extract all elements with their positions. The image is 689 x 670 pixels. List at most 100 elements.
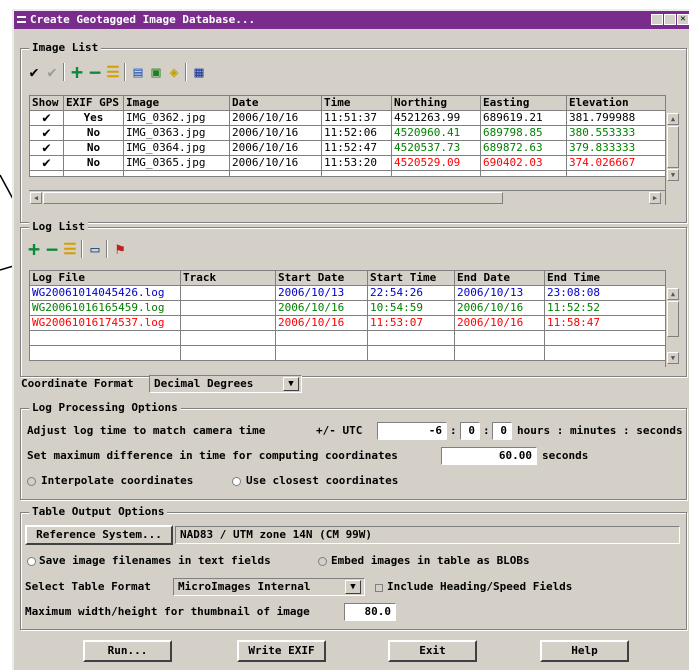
table-cell: No bbox=[63, 140, 124, 156]
coordinate-format-label: Coordinate Format bbox=[21, 377, 134, 390]
thumbnail-size-field[interactable]: 80.0 bbox=[344, 603, 396, 621]
scroll-down-icon[interactable]: ▼ bbox=[667, 352, 679, 364]
remove-icon[interactable]: − bbox=[86, 62, 104, 82]
table-cell: 381.799988 bbox=[566, 110, 666, 126]
toolbar-separator bbox=[185, 63, 187, 81]
max-difference-field[interactable]: 60.00 bbox=[441, 447, 537, 465]
table-cell bbox=[391, 170, 481, 177]
scroll-up-icon[interactable]: ▲ bbox=[667, 288, 679, 300]
log-processing-group: Log Processing Options Adjust log time t… bbox=[20, 401, 687, 500]
table-row[interactable]: WG20061016165459.log 2006/10/16 10:54:59 20… bbox=[29, 300, 666, 316]
column-header[interactable]: Start Time bbox=[367, 270, 455, 286]
colon-separator: : bbox=[450, 424, 457, 437]
column-header[interactable]: Time bbox=[321, 95, 392, 111]
table-row[interactable]: ✔ Yes IMG_0362.jpg 2006/10/16 11:51:37 452126… bbox=[29, 110, 666, 126]
system-menu-icon[interactable] bbox=[17, 16, 26, 23]
table-row[interactable] bbox=[29, 345, 666, 361]
table-row[interactable]: WG20061016174537.log 2006/10/16 11:53:07 20… bbox=[29, 315, 666, 331]
chevron-down-icon[interactable]: ▼ bbox=[345, 580, 361, 594]
chevron-down-icon[interactable]: ▼ bbox=[283, 377, 299, 391]
column-header[interactable]: Elevation bbox=[566, 95, 666, 111]
coordinate-format-select[interactable]: Decimal Degrees ▼ bbox=[149, 375, 302, 393]
column-header[interactable]: Easting bbox=[480, 95, 567, 111]
minimize-icon[interactable] bbox=[651, 14, 663, 25]
image-table[interactable]: Show EXIF GPS Image Date Time Northing Easting… bbox=[29, 95, 666, 177]
close-icon[interactable]: ✕ bbox=[677, 14, 689, 25]
column-header[interactable]: End Time bbox=[544, 270, 666, 286]
view-image-icon[interactable]: ▣ bbox=[147, 63, 165, 81]
save-filenames-radio[interactable] bbox=[27, 557, 36, 566]
exit-button[interactable]: Exit bbox=[388, 640, 477, 662]
closest-radio[interactable] bbox=[232, 477, 241, 486]
toolbar-separator bbox=[63, 63, 65, 81]
add-icon[interactable]: + bbox=[68, 62, 86, 82]
table-cell bbox=[29, 330, 181, 346]
show-checkmark-icon[interactable]: ✔ bbox=[29, 125, 64, 141]
log-table-vscrollbar[interactable]: ▲ ▼ bbox=[665, 270, 680, 367]
uncheck-all-icon[interactable]: ✔ bbox=[43, 63, 61, 81]
log-table[interactable]: Log File Track Start Date Start Time End Dat… bbox=[29, 270, 666, 361]
image-table-hscrollbar[interactable]: ◀ ▶ bbox=[29, 190, 665, 206]
column-header[interactable]: Northing bbox=[391, 95, 481, 111]
column-header[interactable]: EXIF GPS bbox=[63, 95, 124, 111]
show-checkmark-icon[interactable]: ✔ bbox=[29, 155, 64, 171]
column-header[interactable]: End Date bbox=[454, 270, 545, 286]
max-difference-label: Set maximum difference in time for compu… bbox=[27, 449, 398, 462]
column-header[interactable]: Date bbox=[229, 95, 322, 111]
table-cell: 11:58:47 bbox=[544, 315, 666, 331]
show-checkmark-icon[interactable]: ✔ bbox=[29, 140, 64, 156]
scroll-thumb[interactable] bbox=[667, 301, 679, 337]
table-cell: WG20061014045426.log bbox=[29, 285, 181, 301]
title-bar[interactable]: Create Geotagged Image Database... ✕ bbox=[14, 11, 689, 29]
clear-list-icon[interactable]: ☰ bbox=[104, 63, 122, 81]
table-icon[interactable]: ▦ bbox=[190, 63, 208, 81]
utc-seconds-field[interactable]: 0 bbox=[492, 422, 512, 440]
scroll-left-icon[interactable]: ◀ bbox=[30, 192, 42, 204]
reference-system-field: NAD83 / UTM zone 14N (CM 99W) bbox=[175, 526, 680, 544]
open-folder-icon[interactable]: ▤ bbox=[129, 63, 147, 81]
edit-tag-icon[interactable]: ◈ bbox=[165, 63, 183, 81]
table-row[interactable]: ✔ No IMG_0364.jpg 2006/10/16 11:52:47 4520537… bbox=[29, 140, 666, 156]
table-cell: IMG_0362.jpg bbox=[123, 110, 230, 126]
column-header[interactable]: Show bbox=[29, 95, 64, 111]
maximize-icon[interactable] bbox=[664, 14, 676, 25]
table-cell bbox=[180, 345, 276, 361]
embed-blobs-radio[interactable] bbox=[318, 557, 327, 566]
column-header[interactable]: Image bbox=[123, 95, 230, 111]
table-row[interactable]: WG20061014045426.log 2006/10/13 22:54:26 20… bbox=[29, 285, 666, 301]
scroll-right-icon[interactable]: ▶ bbox=[649, 192, 661, 204]
scroll-thumb[interactable] bbox=[667, 126, 679, 168]
clear-list-icon[interactable]: ☰ bbox=[61, 240, 79, 258]
table-cell: IMG_0365.jpg bbox=[123, 155, 230, 171]
run-button[interactable]: Run... bbox=[83, 640, 172, 662]
table-format-select[interactable]: MicroImages Internal ▼ bbox=[173, 578, 365, 596]
scroll-thumb[interactable] bbox=[43, 192, 503, 204]
track-icon[interactable]: ⚑ bbox=[111, 240, 129, 258]
utc-minutes-field[interactable]: 0 bbox=[460, 422, 480, 440]
table-row[interactable] bbox=[29, 330, 666, 346]
show-checkmark-icon[interactable]: ✔ bbox=[29, 110, 64, 126]
check-all-icon[interactable]: ✔ bbox=[25, 63, 43, 81]
utc-hours-field[interactable]: -6 bbox=[377, 422, 447, 440]
scroll-down-icon[interactable]: ▼ bbox=[667, 169, 679, 181]
table-cell bbox=[544, 345, 666, 361]
column-header[interactable]: Track bbox=[180, 270, 276, 286]
add-icon[interactable]: + bbox=[25, 239, 43, 259]
reference-system-button[interactable]: Reference System... bbox=[25, 525, 173, 545]
remove-icon[interactable]: − bbox=[43, 239, 61, 259]
include-heading-checkbox[interactable] bbox=[375, 584, 383, 592]
column-header[interactable]: Log File bbox=[29, 270, 181, 286]
write-exif-button[interactable]: Write EXIF bbox=[237, 640, 326, 662]
interpolate-radio[interactable] bbox=[27, 477, 36, 486]
table-row[interactable] bbox=[29, 170, 666, 177]
column-header[interactable]: Start Date bbox=[275, 270, 368, 286]
view-log-icon[interactable]: ▭ bbox=[86, 240, 104, 258]
table-format-value: MicroImages Internal bbox=[178, 580, 311, 593]
table-cell bbox=[454, 330, 545, 346]
table-row[interactable]: ✔ No IMG_0365.jpg 2006/10/16 11:53:20 4520529… bbox=[29, 155, 666, 171]
image-table-vscrollbar[interactable]: ▲ ▼ bbox=[665, 95, 680, 205]
scroll-up-icon[interactable]: ▲ bbox=[667, 113, 679, 125]
help-button[interactable]: Help bbox=[540, 640, 629, 662]
coordinate-format-value: Decimal Degrees bbox=[154, 377, 254, 390]
table-row[interactable]: ✔ No IMG_0363.jpg 2006/10/16 11:52:06 4520960… bbox=[29, 125, 666, 141]
